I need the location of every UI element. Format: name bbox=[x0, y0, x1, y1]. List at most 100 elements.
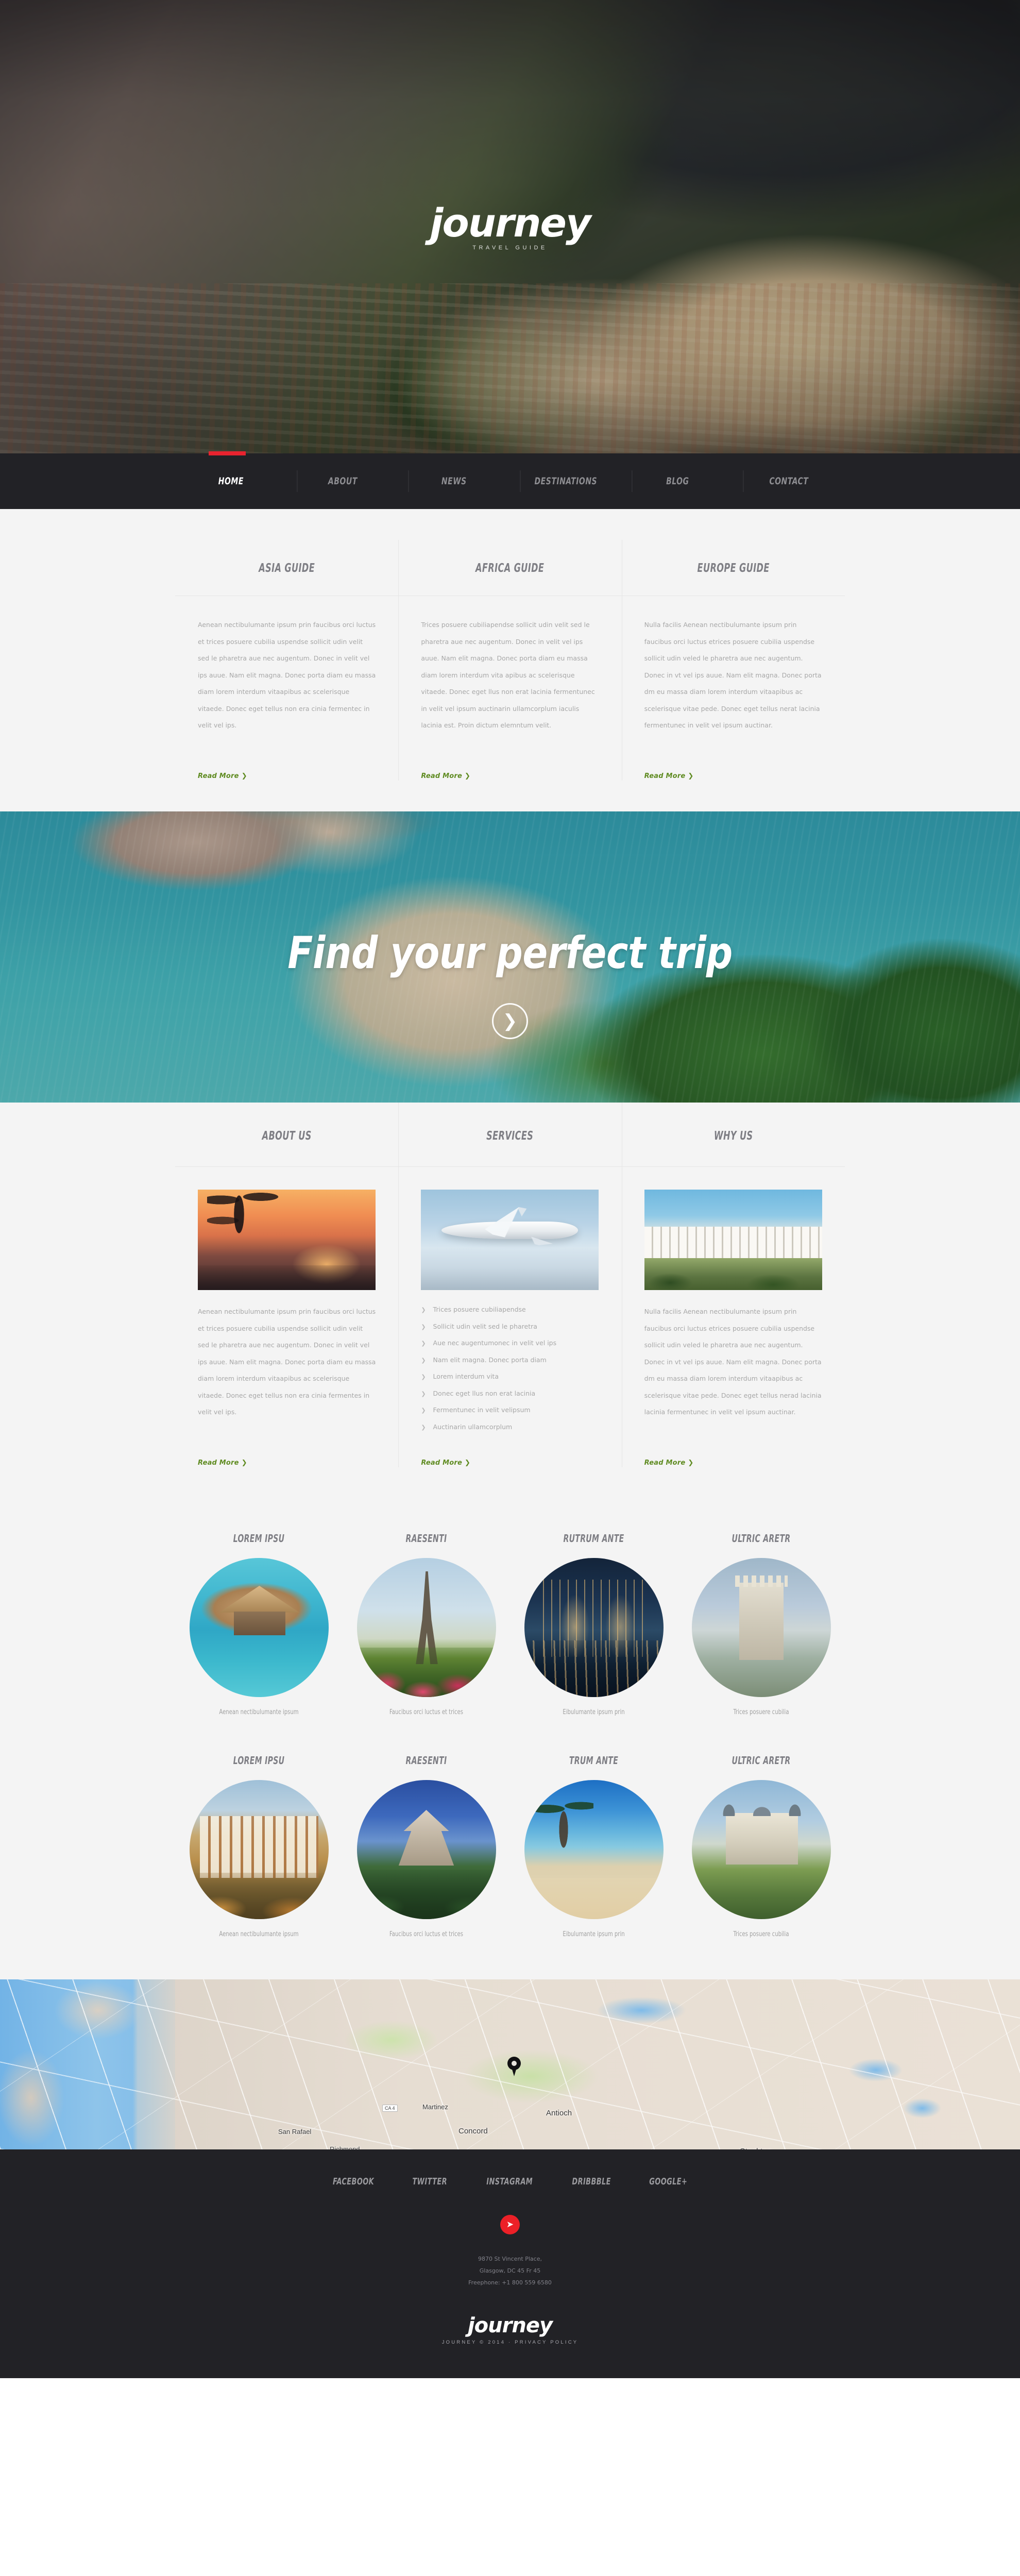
palm-sunset-photo[interactable] bbox=[198, 1190, 376, 1290]
french-chateau-photo[interactable] bbox=[691, 1780, 831, 1919]
chevron-right-icon: ❯ bbox=[465, 772, 471, 780]
map-label: Antioch bbox=[546, 2109, 572, 2117]
nav-item-blog[interactable]: BLOG bbox=[632, 462, 723, 500]
gallery-item: RUTRUM ANTE Eibulumante ipsum prin bbox=[510, 1520, 677, 1721]
resort-hotel-photo[interactable] bbox=[644, 1190, 822, 1290]
airplane-landing-photo[interactable] bbox=[421, 1190, 599, 1290]
nav-item-news[interactable]: NEWS bbox=[409, 462, 500, 500]
nav-item-about[interactable]: ABOUT bbox=[297, 462, 388, 500]
guide-body-europe: Nulla facilis Aenean nectibulumante ipsu… bbox=[621, 596, 845, 751]
about-link-wrap-whyus: Read More ❯ bbox=[621, 1413, 845, 1467]
chevron-right-icon: ❯ bbox=[421, 1423, 426, 1431]
map-label: Martinez bbox=[422, 2103, 448, 2111]
chevron-right-icon: ❯ bbox=[421, 1323, 426, 1330]
social-link-facebook[interactable]: FACEBOOK bbox=[333, 2176, 374, 2187]
gallery-item: TRUM ANTE Eibulumante ipsum prin bbox=[510, 1742, 677, 1943]
gallery-item: ULTRIC ARETR Trices posuere cubilia bbox=[677, 1742, 845, 1943]
footer-address: 9870 St Vincent Place, Glasgow, DC 45 Fr… bbox=[0, 2253, 1020, 2315]
gallery-item: LOREM IPSU Aenean nectibulumante ipsum bbox=[175, 1742, 343, 1943]
scroll-to-top-button[interactable]: ➤ bbox=[500, 2215, 520, 2234]
gallery-item: RAESENTI Faucibus orci luctus et trices bbox=[343, 1742, 510, 1943]
eiffel-tower-photo[interactable] bbox=[356, 1558, 496, 1697]
chevron-right-icon: ❯ bbox=[421, 1407, 426, 1414]
gallery-section: LOREM IPSU Aenean nectibulumante ipsum R… bbox=[0, 1496, 1020, 1979]
about-section: ABOUT US SERVICES WHY US Aenean nectibul… bbox=[0, 1103, 1020, 1496]
read-more-europe[interactable]: Read More ❯ bbox=[644, 772, 694, 780]
gallery-row-2: LOREM IPSU Aenean nectibulumante ipsum R… bbox=[175, 1742, 845, 1943]
guide-link-wrap-europe: Read More ❯ bbox=[621, 730, 845, 781]
services-list: ❯ Trices posuere cubiliapendse ❯ Sollicit … bbox=[421, 1290, 599, 1435]
chevron-right-icon: ❯ bbox=[688, 1459, 694, 1467]
nav-item-contact[interactable]: CONTACT bbox=[743, 462, 835, 500]
site-logo[interactable]: journey TRAVEL GUIDE bbox=[0, 204, 1020, 251]
thai-temple-photo[interactable] bbox=[356, 1780, 496, 1919]
list-item[interactable]: ❯ Donec eget llus non erat lacinia bbox=[421, 1385, 599, 1402]
belem-tower-photo[interactable] bbox=[691, 1558, 831, 1697]
chevron-right-icon: ❯ bbox=[241, 772, 247, 780]
social-link-googleplus[interactable]: GOOGLE+ bbox=[650, 2176, 688, 2187]
address-line-2: Glasgow, DC 45 Fr 45 bbox=[479, 2267, 541, 2275]
about-bodies: Aenean nectibulumante ipsum prin faucibu… bbox=[175, 1167, 845, 1435]
read-more-about-us[interactable]: Read More ❯ bbox=[198, 1459, 247, 1467]
read-more-asia[interactable]: Read More ❯ bbox=[198, 772, 247, 780]
guide-body-asia: Aenean nectibulumante ipsum prin faucibu… bbox=[198, 621, 376, 729]
nav-active-indicator bbox=[209, 451, 246, 455]
chevron-right-icon: ❯ bbox=[421, 1307, 426, 1313]
gallery-item: ULTRIC ARETR Trices posuere cubilia bbox=[677, 1520, 845, 1721]
footer-logo[interactable]: journey JOURNEY © 2014 · PRIVACY POLICY bbox=[0, 2315, 1020, 2345]
guides-bodies: Aenean nectibulumante ipsum prin faucibu… bbox=[175, 596, 845, 751]
social-link-instagram[interactable]: INSTAGRAM bbox=[486, 2176, 533, 2187]
logo-wordmark: journey bbox=[430, 200, 591, 246]
nav-item-destinations[interactable]: DESTINATIONS bbox=[520, 462, 612, 500]
map-pin-icon[interactable] bbox=[507, 2057, 521, 2076]
about-col-aboutus: Aenean nectibulumante ipsum prin faucibu… bbox=[175, 1167, 398, 1435]
about-headings: ABOUT US SERVICES WHY US bbox=[175, 1103, 845, 1166]
social-link-twitter[interactable]: TWITTER bbox=[413, 2176, 448, 2187]
arrow-up-icon: ➤ bbox=[506, 2219, 514, 2230]
list-item[interactable]: ❯ Lorem interdum vita bbox=[421, 1368, 599, 1385]
list-item[interactable]: ❯ Fermentunec in velit velipsum bbox=[421, 1402, 599, 1419]
find-trip-banner: Find your perfect trip ❯ bbox=[0, 811, 1020, 1103]
page-root: journey TRAVEL GUIDE HOME ABOUT NEWS DES… bbox=[0, 0, 1020, 2379]
guides-links: Read More ❯ Read More ❯ Read More ❯ bbox=[175, 730, 845, 811]
about-link-wrap-aboutus: Read More ❯ bbox=[175, 1435, 398, 1467]
guides-section: ASIA GUIDE AFRICA GUIDE EUROPE GUIDE Aen… bbox=[0, 509, 1020, 811]
guide-link-wrap-asia: Read More ❯ bbox=[175, 751, 398, 781]
map-label: San Rafael bbox=[278, 2128, 312, 2136]
guides-container: ASIA GUIDE AFRICA GUIDE EUROPE GUIDE Aen… bbox=[175, 540, 845, 811]
footer-logo-wordmark: journey bbox=[467, 2314, 553, 2338]
list-item[interactable]: ❯ Sollicit udin velit sed le pharetra bbox=[421, 1318, 599, 1335]
list-item[interactable]: ❯ Auctinarin ullamcorplum bbox=[421, 1419, 599, 1436]
location-map[interactable]: San RafaelRichmondBerkeleyOaklandSan Fra… bbox=[0, 1979, 1020, 2149]
chevron-right-icon: ❯ bbox=[241, 1459, 247, 1467]
list-item[interactable]: ❯ Aue nec augentumonec in velit vel ips bbox=[421, 1335, 599, 1352]
banner-next-button[interactable]: ❯ bbox=[492, 1003, 528, 1039]
address-line-1: 9870 St Vincent Place, bbox=[478, 2256, 542, 2262]
read-more-services[interactable]: Read More ❯ bbox=[421, 1459, 470, 1467]
hero-banner: journey TRAVEL GUIDE bbox=[0, 0, 1020, 453]
map-label: Richmond bbox=[330, 2145, 360, 2149]
social-link-dribbble[interactable]: DRIBBBLE bbox=[572, 2176, 610, 2187]
tropical-beach-photo[interactable] bbox=[524, 1780, 664, 1919]
gallery-item: LOREM IPSU Aenean nectibulumante ipsum bbox=[175, 1520, 343, 1721]
address-phone: Freephone: +1 800 559 6580 bbox=[468, 2279, 552, 2286]
about-container: ABOUT US SERVICES WHY US Aenean nectibul… bbox=[175, 1103, 845, 1496]
list-item[interactable]: ❯ Trices posuere cubiliapendse bbox=[421, 1301, 599, 1318]
hilltop-village-photo[interactable] bbox=[189, 1780, 329, 1919]
main-navigation: HOME ABOUT NEWS DESTINATIONS BLOG CONTAC… bbox=[0, 451, 1020, 509]
gallery-item: RAESENTI Faucibus orci luctus et trices bbox=[343, 1520, 510, 1721]
chevron-right-icon: ❯ bbox=[421, 1357, 426, 1364]
read-more-why-us[interactable]: Read More ❯ bbox=[644, 1459, 694, 1467]
nav-list: HOME ABOUT NEWS DESTINATIONS BLOG CONTAC… bbox=[175, 462, 845, 500]
highway-shield: CA 4 bbox=[382, 2105, 398, 2112]
map-label: Stockton bbox=[740, 2147, 772, 2149]
read-more-africa[interactable]: Read More ❯ bbox=[421, 772, 470, 780]
overwater-hut-photo[interactable] bbox=[189, 1558, 329, 1697]
about-heading-services: SERVICES bbox=[398, 1103, 621, 1166]
chevron-right-icon: ❯ bbox=[421, 1340, 426, 1347]
list-item[interactable]: ❯ Nam elit magna. Donec porta diam bbox=[421, 1352, 599, 1369]
nav-item-home[interactable]: HOME bbox=[185, 462, 277, 500]
about-col-whyus: Nulla facilis Aenean nectibulumante ipsu… bbox=[621, 1167, 845, 1435]
brooklyn-bridge-night-photo[interactable] bbox=[524, 1558, 664, 1697]
logo-tagline: TRAVEL GUIDE bbox=[472, 245, 548, 251]
